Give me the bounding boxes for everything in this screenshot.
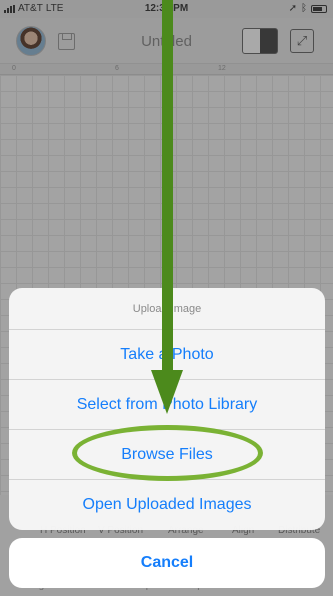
annotation-highlight-ellipse [72, 425, 263, 481]
cancel-button[interactable]: Cancel [9, 538, 325, 588]
annotation-arrow [162, 0, 173, 372]
open-uploaded-images-button[interactable]: Open Uploaded Images [9, 480, 325, 530]
annotation-arrow-head [151, 370, 183, 414]
